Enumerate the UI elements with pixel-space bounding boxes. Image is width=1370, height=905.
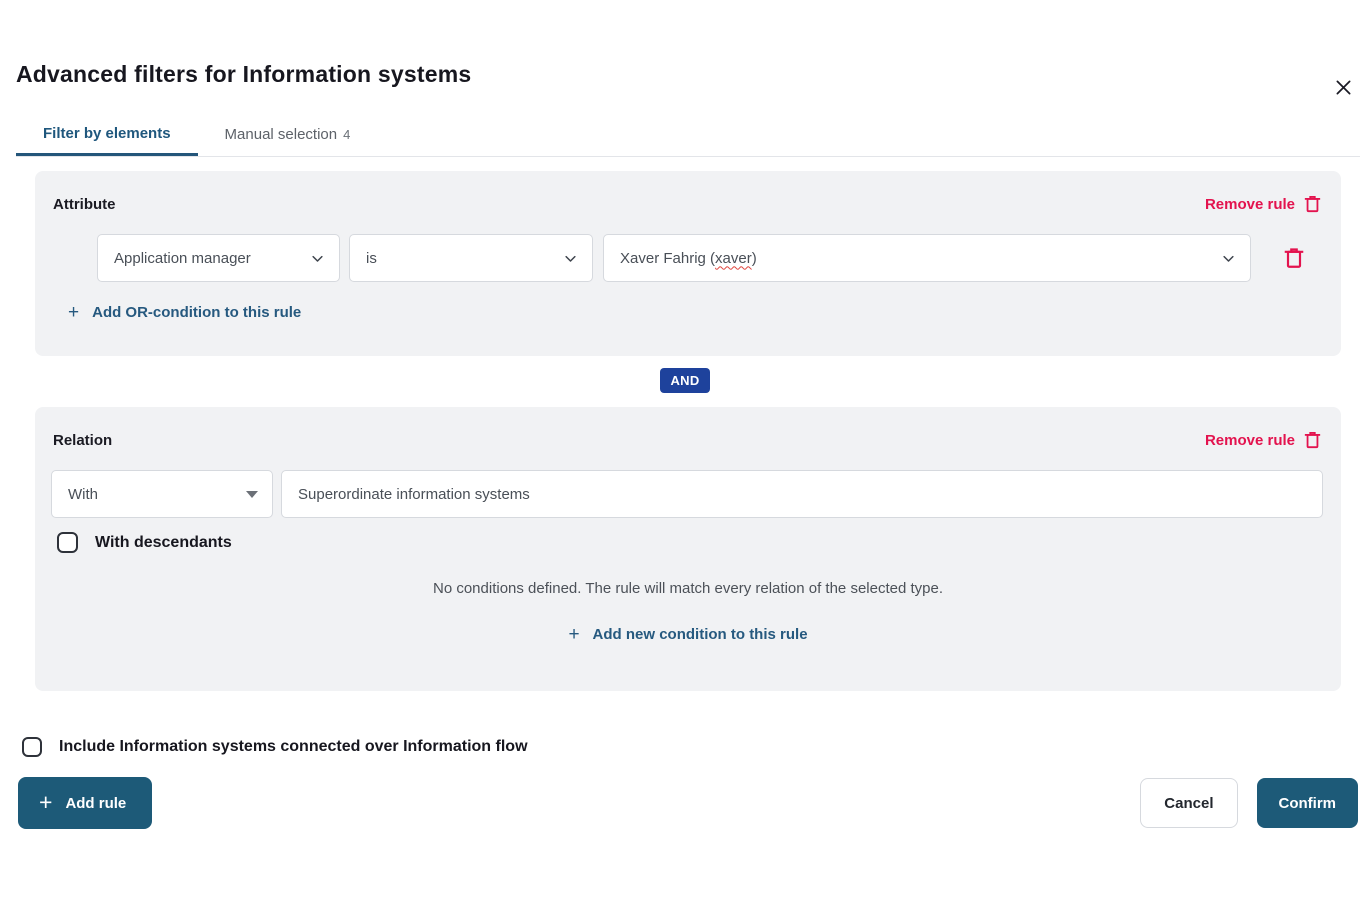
value-text: ) [752, 250, 757, 267]
add-rule-button[interactable]: + Add rule [18, 777, 152, 829]
trash-icon [1304, 195, 1321, 213]
with-descendants-checkbox[interactable] [57, 532, 78, 553]
attribute-select[interactable]: Application manager [97, 234, 340, 282]
attribute-condition-row: Application manager is Xaver Fahrig (xav… [35, 234, 1341, 282]
attribute-rule-card: Attribute Remove rule Application manage… [35, 171, 1341, 356]
close-icon[interactable] [1329, 73, 1357, 101]
add-or-condition-button[interactable]: + Add OR-condition to this rule [68, 303, 301, 322]
relation-direction-value: With [68, 486, 98, 503]
confirm-button[interactable]: Confirm [1257, 778, 1359, 828]
include-connected-label: Include Information systems connected ov… [59, 738, 528, 756]
remove-rule-label: Remove rule [1205, 196, 1295, 213]
include-connected-checkbox-row[interactable]: Include Information systems connected ov… [22, 737, 1370, 757]
chevron-down-icon [1221, 251, 1236, 266]
attribute-select-value: Application manager [114, 250, 251, 267]
rule-type-label: Attribute [53, 196, 116, 213]
tab-label: Filter by elements [43, 125, 171, 142]
operator-select-value: is [366, 250, 377, 267]
with-descendants-label: With descendants [95, 534, 232, 552]
page-title: Advanced filters for Information systems [16, 61, 1370, 88]
add-new-condition-button[interactable]: + Add new condition to this rule [568, 625, 807, 644]
plus-icon: + [39, 791, 52, 814]
tab-label: Manual selection [225, 126, 338, 143]
add-new-condition-row: + Add new condition to this rule [35, 625, 1341, 644]
remove-rule-button[interactable]: Remove rule [1205, 431, 1321, 449]
chevron-down-icon [563, 251, 578, 266]
operator-select[interactable]: is [349, 234, 593, 282]
relation-type-input[interactable] [281, 470, 1323, 518]
rule-header: Relation Remove rule [35, 407, 1341, 449]
and-connector-badge: AND [660, 368, 709, 393]
cancel-button[interactable]: Cancel [1140, 778, 1237, 828]
remove-rule-button[interactable]: Remove rule [1205, 195, 1321, 213]
rule-type-label: Relation [53, 432, 112, 449]
relation-condition-row: With [35, 470, 1341, 518]
value-text: Xaver Fahrig ( [620, 250, 715, 267]
rule-connector-row: AND [0, 368, 1370, 393]
include-connected-checkbox[interactable] [22, 737, 42, 757]
tab-bar: Filter by elements Manual selection 4 [16, 113, 1360, 157]
delete-condition-button[interactable] [1284, 247, 1304, 269]
chevron-down-icon [310, 251, 325, 266]
footer-bar: + Add rule Cancel Confirm [18, 777, 1358, 829]
rule-header: Attribute Remove rule [35, 171, 1341, 213]
trash-icon [1304, 431, 1321, 449]
relation-rule-card: Relation Remove rule With With descendan… [35, 407, 1341, 691]
plus-icon: + [568, 625, 579, 644]
add-new-condition-label: Add new condition to this rule [593, 626, 808, 643]
tab-manual-selection[interactable]: Manual selection 4 [198, 113, 378, 156]
tab-count-badge: 4 [343, 127, 350, 142]
caret-down-icon [246, 491, 258, 498]
value-select-value: Xaver Fahrig (xaver) [620, 250, 757, 267]
remove-rule-label: Remove rule [1205, 432, 1295, 449]
add-or-condition-label: Add OR-condition to this rule [92, 304, 301, 321]
value-select[interactable]: Xaver Fahrig (xaver) [603, 234, 1251, 282]
add-rule-label: Add rule [65, 795, 126, 812]
with-descendants-checkbox-row[interactable]: With descendants [57, 532, 1341, 553]
no-conditions-message: No conditions defined. The rule will mat… [35, 580, 1341, 597]
relation-direction-select[interactable]: With [51, 470, 273, 518]
value-text-misspelled: xaver [715, 250, 752, 267]
footer-actions: Cancel Confirm [1140, 778, 1358, 828]
plus-icon: + [68, 303, 79, 322]
tab-filter-by-elements[interactable]: Filter by elements [16, 113, 198, 156]
